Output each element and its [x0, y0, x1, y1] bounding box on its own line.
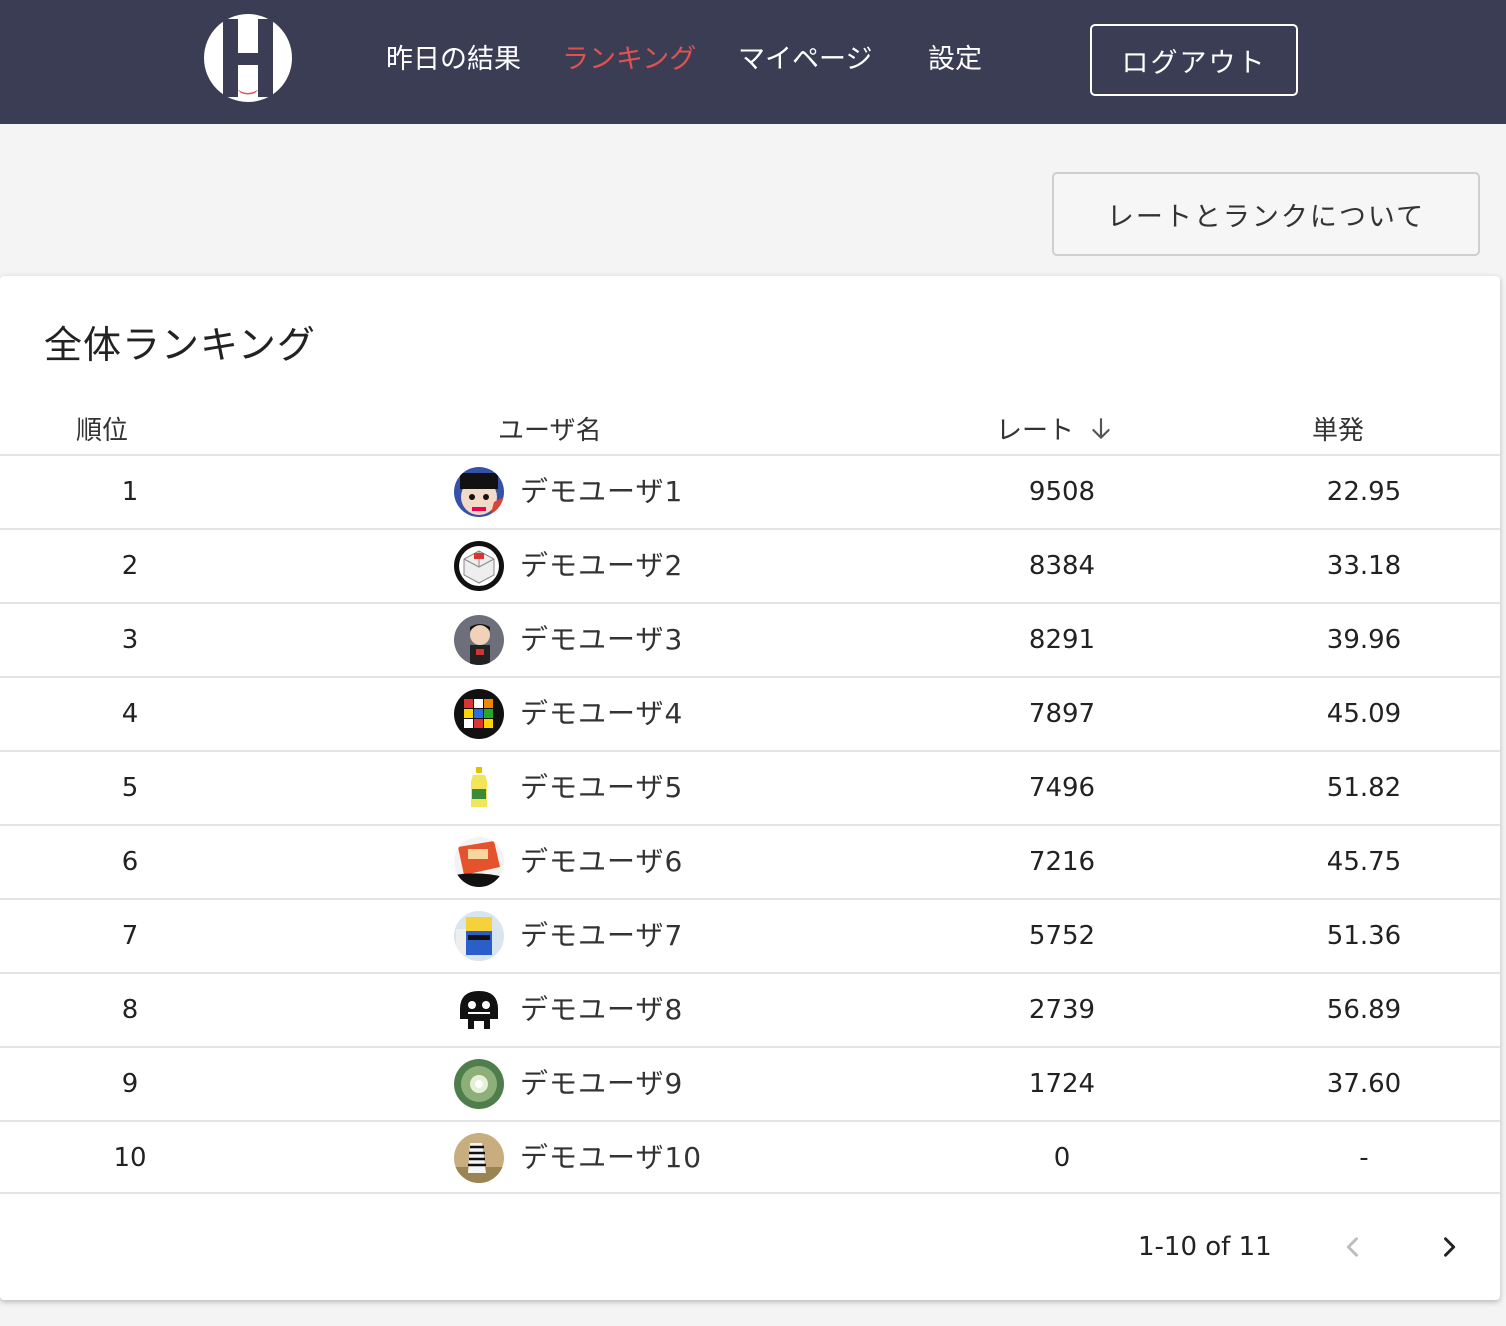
chevron-left-icon — [1346, 1237, 1358, 1257]
user-cell: デモユーザ2 — [454, 530, 683, 602]
rank-cell: 1 — [121, 477, 139, 507]
nav-settings[interactable]: 設定 — [928, 38, 982, 82]
pagination-range: 1-10 of 11 — [1138, 1232, 1272, 1262]
table-row[interactable]: 3 デモユーザ3 8291 39.96 — [0, 602, 1500, 676]
ranking-table-body: 1 デモユーザ1 9508 22.95 2 デモユーザ2 8384 33.18 — [0, 454, 1500, 1194]
rate-cell: 2739 — [1028, 995, 1096, 1025]
chevron-right-icon — [1444, 1237, 1456, 1257]
table-row[interactable]: 1 デモユーザ1 9508 22.95 — [0, 454, 1500, 528]
user-cell: デモユーザ4 — [454, 678, 683, 750]
single-cell: 51.82 — [1326, 773, 1402, 803]
single-cell: 22.95 — [1326, 477, 1402, 507]
table-row[interactable]: 2 デモユーザ2 8384 33.18 — [0, 528, 1500, 602]
rate-cell: 7496 — [1028, 773, 1096, 803]
app-logo[interactable] — [203, 13, 293, 103]
column-header-rank[interactable]: 順位 — [76, 410, 128, 447]
rate-cell: 1724 — [1028, 1069, 1096, 1099]
table-row[interactable]: 7 デモユーザ7 5752 51.36 — [0, 898, 1500, 972]
rate-cell: 0 — [1053, 1143, 1071, 1173]
rank-cell: 4 — [121, 699, 139, 729]
rank-cell: 6 — [121, 847, 139, 877]
pagination-next-button[interactable] — [1424, 1220, 1474, 1274]
username[interactable]: デモユーザ7 — [520, 900, 683, 972]
column-header-user[interactable]: ユーザ名 — [498, 410, 601, 447]
user-cell: デモユーザ3 — [454, 604, 683, 676]
single-cell: 51.36 — [1326, 921, 1402, 951]
user-cell: デモユーザ6 — [454, 826, 683, 898]
nav-mypage[interactable]: マイページ — [738, 38, 872, 82]
rank-cell: 8 — [121, 995, 139, 1025]
avatar[interactable] — [454, 985, 504, 1035]
username[interactable]: デモユーザ3 — [520, 604, 683, 676]
table-row[interactable]: 10 デモユーザ10 0 - — [0, 1120, 1500, 1194]
username[interactable]: デモユーザ8 — [520, 974, 683, 1046]
single-cell: - — [1359, 1143, 1369, 1173]
username[interactable]: デモユーザ10 — [520, 1122, 702, 1194]
avatar[interactable] — [454, 763, 504, 813]
avatar[interactable] — [454, 1059, 504, 1109]
table-row[interactable]: 4 デモユーザ4 7897 45.09 — [0, 676, 1500, 750]
user-cell: デモユーザ7 — [454, 900, 683, 972]
user-cell: デモユーザ5 — [454, 752, 683, 824]
column-header-rate[interactable]: レート — [996, 410, 1114, 447]
logout-button[interactable]: ログアウト — [1090, 24, 1298, 96]
arrow-down-icon[interactable] — [1088, 416, 1114, 442]
username[interactable]: デモユーザ2 — [520, 530, 683, 602]
username[interactable]: デモユーザ5 — [520, 752, 683, 824]
user-cell: デモユーザ9 — [454, 1048, 683, 1120]
single-cell: 45.75 — [1326, 847, 1402, 877]
avatar[interactable] — [454, 689, 504, 739]
single-cell: 37.60 — [1326, 1069, 1402, 1099]
table-row[interactable]: 9 デモユーザ9 1724 37.60 — [0, 1046, 1500, 1120]
username[interactable]: デモユーザ9 — [520, 1048, 683, 1120]
rate-cell: 5752 — [1028, 921, 1096, 951]
rank-cell: 9 — [121, 1069, 139, 1099]
rank-cell: 7 — [121, 921, 139, 951]
table-row[interactable]: 8 デモユーザ8 2739 56.89 — [0, 972, 1500, 1046]
about-rate-rank-button[interactable]: レートとランクについて — [1052, 172, 1480, 256]
single-cell: 39.96 — [1326, 625, 1402, 655]
pagination-prev-button[interactable] — [1328, 1220, 1378, 1274]
rate-cell: 8291 — [1028, 625, 1096, 655]
single-cell: 56.89 — [1326, 995, 1402, 1025]
ranking-title: 全体ランキング — [44, 323, 316, 367]
avatar[interactable] — [454, 911, 504, 961]
rank-cell: 3 — [121, 625, 139, 655]
avatar[interactable] — [454, 837, 504, 887]
avatar[interactable] — [454, 541, 504, 591]
avatar[interactable] — [454, 1133, 504, 1183]
user-cell: デモユーザ10 — [454, 1122, 702, 1194]
logo-icon — [204, 14, 292, 102]
username[interactable]: デモユーザ1 — [520, 456, 683, 528]
single-cell: 45.09 — [1326, 699, 1402, 729]
column-header-single[interactable]: 単発 — [1312, 410, 1364, 447]
rate-cell: 7216 — [1028, 847, 1096, 877]
nav-yesterday-results[interactable]: 昨日の結果 — [386, 38, 521, 82]
user-cell: デモユーザ1 — [454, 456, 683, 528]
username[interactable]: デモユーザ4 — [520, 678, 683, 750]
rank-cell: 5 — [121, 773, 139, 803]
avatar[interactable] — [454, 467, 504, 517]
app-header: 昨日の結果 ランキング マイページ 設定 ログアウト — [0, 0, 1506, 124]
rate-cell: 9508 — [1028, 477, 1096, 507]
user-cell: デモユーザ8 — [454, 974, 683, 1046]
rate-cell: 7897 — [1028, 699, 1096, 729]
username[interactable]: デモユーザ6 — [520, 826, 683, 898]
rate-cell: 8384 — [1028, 551, 1096, 581]
rank-cell: 10 — [113, 1143, 147, 1173]
ranking-card: 全体ランキング 順位 ユーザ名 レート 単発 1 デモユーザ1 9508 22.… — [0, 276, 1500, 1300]
avatar[interactable] — [454, 615, 504, 665]
nav-ranking[interactable]: ランキング — [562, 38, 696, 82]
table-row[interactable]: 6 デモユーザ6 7216 45.75 — [0, 824, 1500, 898]
rank-cell: 2 — [121, 551, 139, 581]
single-cell: 33.18 — [1326, 551, 1402, 581]
table-row[interactable]: 5 デモユーザ5 7496 51.82 — [0, 750, 1500, 824]
column-header-rate-label: レート — [996, 416, 1075, 446]
